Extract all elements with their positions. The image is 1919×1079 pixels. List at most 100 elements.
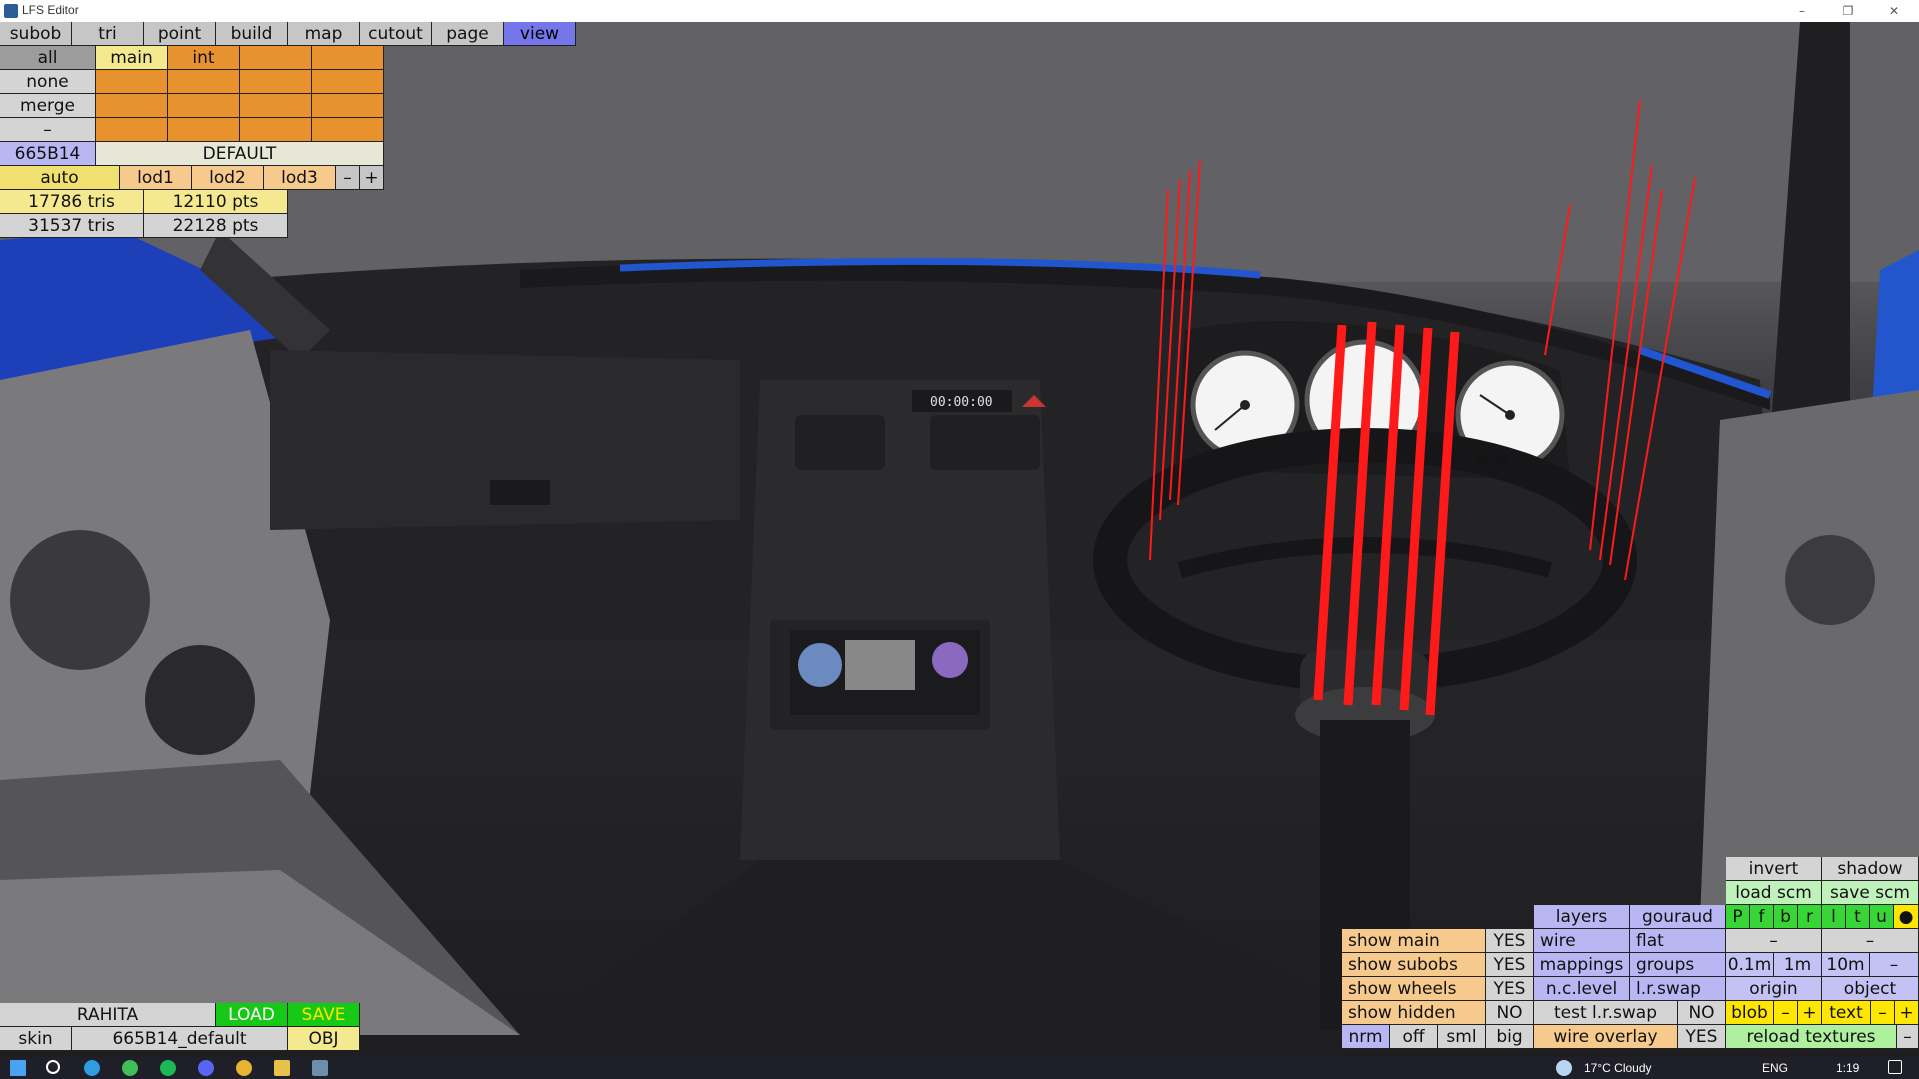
- save-scm-button[interactable]: save scm: [1822, 881, 1919, 905]
- size-10m-button[interactable]: 10m: [1822, 953, 1870, 977]
- layer-int[interactable]: int: [168, 46, 240, 70]
- show-hidden-label[interactable]: show hidden: [1342, 1001, 1486, 1025]
- shadow-button[interactable]: shadow: [1822, 857, 1919, 881]
- flag-u-toggle[interactable]: u: [1870, 905, 1894, 929]
- layers-button[interactable]: layers: [1534, 905, 1630, 929]
- layer-slot[interactable]: [240, 46, 312, 70]
- menu-build[interactable]: build: [216, 22, 288, 46]
- skin-name-field[interactable]: RAHITA: [0, 1003, 216, 1027]
- layer-slot[interactable]: [312, 70, 384, 94]
- weather-icon[interactable]: [1556, 1060, 1572, 1076]
- layer-slot[interactable]: [240, 94, 312, 118]
- layer-slot[interactable]: [96, 94, 168, 118]
- flag-b-toggle[interactable]: b: [1774, 905, 1798, 929]
- size-minus-button[interactable]: –: [1870, 953, 1919, 977]
- spotify-icon[interactable]: [160, 1060, 176, 1076]
- wire-overlay-label[interactable]: wire overlay: [1534, 1025, 1678, 1049]
- layer-slot[interactable]: [312, 94, 384, 118]
- normals-nrm-button[interactable]: nrm: [1342, 1025, 1390, 1049]
- lod-auto-button[interactable]: auto: [0, 166, 120, 190]
- origin-button[interactable]: origin: [1726, 977, 1822, 1001]
- show-hidden-value[interactable]: NO: [1486, 1001, 1534, 1025]
- language-indicator[interactable]: ENG: [1762, 1061, 1788, 1075]
- groups-button[interactable]: groups: [1630, 953, 1726, 977]
- minimize-button[interactable]: –: [1780, 0, 1824, 22]
- menu-tri[interactable]: tri: [72, 22, 144, 46]
- start-icon[interactable]: [10, 1060, 26, 1076]
- layer-slot[interactable]: [240, 118, 312, 142]
- blob-plus-button[interactable]: +: [1798, 1001, 1822, 1025]
- reload-textures-button[interactable]: reload textures: [1726, 1025, 1897, 1049]
- car-code-field[interactable]: 665B14: [0, 142, 96, 166]
- load-button[interactable]: LOAD: [216, 1003, 288, 1027]
- whatsapp-icon[interactable]: [122, 1060, 138, 1076]
- menu-map[interactable]: map: [288, 22, 360, 46]
- show-main-label[interactable]: show main: [1342, 929, 1486, 953]
- invert-button[interactable]: invert: [1726, 857, 1822, 881]
- merge-button[interactable]: merge: [0, 94, 96, 118]
- layer-slot[interactable]: [168, 94, 240, 118]
- layer-slot[interactable]: [312, 46, 384, 70]
- lod1-button[interactable]: lod1: [120, 166, 192, 190]
- normals-sml-button[interactable]: sml: [1438, 1025, 1486, 1049]
- select-all-button[interactable]: all: [0, 46, 96, 70]
- dash-button-2[interactable]: –: [1822, 929, 1919, 953]
- lod-minus-button[interactable]: –: [336, 166, 360, 190]
- layer-slot[interactable]: [168, 118, 240, 142]
- menu-view[interactable]: view: [504, 22, 576, 46]
- blob-minus-button[interactable]: –: [1774, 1001, 1798, 1025]
- layer-main[interactable]: main: [96, 46, 168, 70]
- save-button[interactable]: SAVE: [288, 1003, 360, 1027]
- text-plus-button[interactable]: +: [1895, 1001, 1919, 1025]
- show-wheels-label[interactable]: show wheels: [1342, 977, 1486, 1001]
- menu-subob[interactable]: subob: [0, 22, 72, 46]
- close-button[interactable]: ✕: [1872, 0, 1916, 22]
- chrome-icon[interactable]: [236, 1060, 252, 1076]
- layer-slot[interactable]: [96, 118, 168, 142]
- flag-dot-toggle[interactable]: ●: [1894, 905, 1919, 929]
- size-0-1m-button[interactable]: 0.1m: [1726, 953, 1774, 977]
- lod2-button[interactable]: lod2: [192, 166, 264, 190]
- flag-p-toggle[interactable]: P: [1726, 905, 1750, 929]
- file-explorer-icon[interactable]: [274, 1060, 290, 1076]
- menu-page[interactable]: page: [432, 22, 504, 46]
- normals-off-button[interactable]: off: [1390, 1025, 1438, 1049]
- mappings-button[interactable]: mappings: [1534, 953, 1630, 977]
- flag-l-toggle[interactable]: l: [1822, 905, 1846, 929]
- test-lr-swap-label[interactable]: test l.r.swap: [1534, 1001, 1678, 1025]
- edge-icon[interactable]: [84, 1060, 100, 1076]
- show-subobs-value[interactable]: YES: [1486, 953, 1534, 977]
- text-button[interactable]: text: [1822, 1001, 1871, 1025]
- menu-point[interactable]: point: [144, 22, 216, 46]
- flag-f-toggle[interactable]: f: [1750, 905, 1774, 929]
- flag-t-toggle[interactable]: t: [1846, 905, 1870, 929]
- weather-text[interactable]: 17°C Cloudy: [1584, 1061, 1652, 1075]
- dash-button-1[interactable]: –: [1726, 929, 1822, 953]
- wire-button[interactable]: wire: [1534, 929, 1630, 953]
- notifications-icon[interactable]: [1888, 1060, 1902, 1074]
- lod-plus-button[interactable]: +: [360, 166, 384, 190]
- clock-time[interactable]: 1:19: [1836, 1061, 1859, 1075]
- obj-button[interactable]: OBJ: [288, 1027, 360, 1051]
- nc-level-button[interactable]: n.c.level: [1534, 977, 1630, 1001]
- layer-slot[interactable]: [312, 118, 384, 142]
- wire-overlay-value[interactable]: YES: [1678, 1025, 1726, 1049]
- show-wheels-value[interactable]: YES: [1486, 977, 1534, 1001]
- flat-button[interactable]: flat: [1630, 929, 1726, 953]
- text-minus-button[interactable]: –: [1871, 1001, 1895, 1025]
- lfs-editor-icon[interactable]: [312, 1060, 328, 1076]
- flag-r-toggle[interactable]: r: [1798, 905, 1822, 929]
- test-lr-swap-value[interactable]: NO: [1678, 1001, 1726, 1025]
- restore-button[interactable]: ❐: [1826, 0, 1870, 22]
- layer-slot[interactable]: [96, 70, 168, 94]
- lr-swap-button[interactable]: l.r.swap: [1630, 977, 1726, 1001]
- default-config-label[interactable]: DEFAULT: [96, 142, 384, 166]
- layer-slot[interactable]: [168, 70, 240, 94]
- object-button[interactable]: object: [1822, 977, 1919, 1001]
- gouraud-button[interactable]: gouraud: [1630, 905, 1726, 929]
- load-scm-button[interactable]: load scm: [1726, 881, 1822, 905]
- edge-minus-button[interactable]: –: [1897, 1025, 1919, 1049]
- search-icon[interactable]: [46, 1060, 60, 1074]
- show-main-value[interactable]: YES: [1486, 929, 1534, 953]
- blob-button[interactable]: blob: [1726, 1001, 1774, 1025]
